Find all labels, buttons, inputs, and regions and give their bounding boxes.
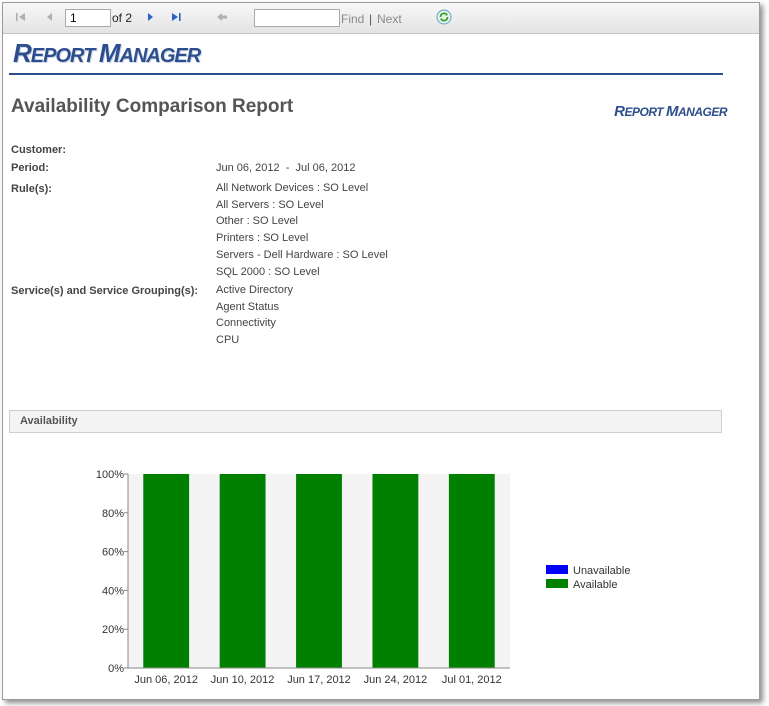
next-page-icon[interactable] (143, 10, 157, 24)
report-title: Availability Comparison Report (11, 96, 294, 117)
rule-item: Servers - Dell Hardware : SO Level (216, 248, 388, 261)
y-tick-label: 20% (102, 624, 124, 636)
service-item: CPU (216, 334, 240, 347)
back-icon[interactable] (215, 10, 229, 24)
bar-available (372, 474, 419, 668)
customer-label: Customer: (11, 144, 67, 156)
find-next-link[interactable]: Next (377, 12, 402, 26)
rule-item: All Servers : SO Level (216, 198, 324, 211)
legend-swatch-unavailable (546, 565, 568, 574)
availability-chart: Jun 06, 2012 Jun 10, 2012 Jun 17, 2012 Jun … (96, 469, 631, 686)
rules-label: Rule(s): (11, 183, 52, 195)
report-manager-logo-small: REPORT MANAGER (614, 103, 727, 120)
find-text-input[interactable] (254, 9, 340, 27)
last-page-icon[interactable] (169, 10, 183, 24)
availability-section-header: Availability (9, 410, 722, 433)
report-manager-logo: REPORT MANAGER (13, 38, 201, 68)
service-item: Active Directory (216, 284, 294, 296)
report-toolbar: of 2 Find | Next (3, 3, 759, 34)
y-tick-label: 0% (108, 663, 124, 675)
bar-available (296, 474, 342, 668)
period-value: Jun 06, 2012 - Jul 06, 2012 (216, 162, 356, 174)
rule-item: All Network Devices : SO Level (216, 182, 369, 194)
period-label: Period: (11, 162, 49, 174)
find-link[interactable]: Find (341, 12, 364, 26)
page-number-input[interactable] (65, 9, 111, 27)
y-tick-label: 80% (102, 508, 124, 520)
bar-available (219, 474, 266, 668)
report-viewer-window: of 2 Find | Next REPORT MANAGER Availabi… (2, 2, 760, 700)
x-tick-label: Jun 24, 2012 (364, 674, 428, 686)
y-tick-label: 40% (102, 585, 124, 597)
service-item: Agent Status (216, 300, 279, 313)
torn-edge (3, 692, 759, 699)
y-tick-label: 60% (102, 547, 124, 559)
services-label: Service(s) and Service Grouping(s): (11, 285, 199, 297)
x-tick-label: Jun 10, 2012 (211, 674, 275, 686)
bar-available (143, 474, 190, 668)
availability-section-label: Availability (20, 415, 78, 427)
bar-available (448, 474, 495, 668)
x-tick-label: Jun 06, 2012 (134, 674, 198, 686)
x-tick-label: Jun 17, 2012 (287, 674, 351, 686)
previous-page-icon[interactable] (43, 10, 57, 24)
first-page-icon[interactable] (14, 10, 28, 24)
refresh-icon[interactable] (436, 9, 452, 25)
find-separator: | (369, 12, 373, 26)
rules-list: All Network Devices : SO Level All Serve… (216, 180, 388, 280)
page-count-label: of 2 (112, 11, 133, 25)
x-tick-label: Jul 01, 2012 (442, 674, 502, 686)
rule-item: SQL 2000 : SO Level (216, 265, 320, 278)
legend-swatch-available (546, 579, 568, 588)
rule-item: Printers : SO Level (216, 232, 309, 245)
legend-label: Available (573, 579, 617, 591)
services-list: Active Directory Agent Status Connectivi… (216, 282, 293, 349)
legend-label: Unavailable (573, 565, 630, 577)
rule-item: Other : SO Level (216, 215, 298, 228)
header-divider (9, 73, 723, 75)
y-tick-label: 100% (96, 469, 124, 481)
service-item: Connectivity (216, 317, 276, 330)
